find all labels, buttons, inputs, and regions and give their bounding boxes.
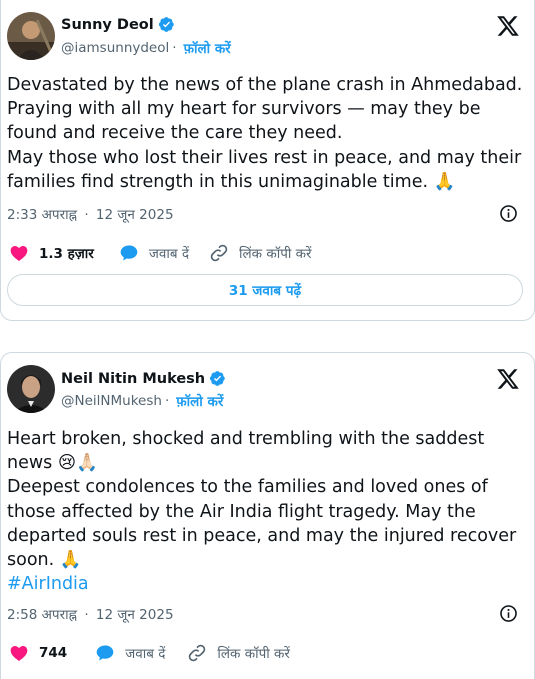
x-logo-icon[interactable] bbox=[496, 14, 520, 38]
author-handle[interactable]: @NeilNMukesh bbox=[61, 393, 162, 409]
copy-link-button[interactable]: लिंक कॉपी करें bbox=[187, 643, 290, 663]
avatar[interactable] bbox=[7, 12, 55, 60]
author-row: Sunny Deol bbox=[61, 16, 175, 33]
separator-dot: · bbox=[172, 40, 177, 56]
author-handle[interactable]: @iamsunnydeol bbox=[61, 40, 169, 56]
like-count: 744 bbox=[39, 645, 68, 661]
tweet-text-line: Heart broken, shocked and trembling with… bbox=[7, 429, 485, 449]
follow-button[interactable]: फ़ॉलो करें bbox=[176, 392, 223, 410]
tweet-text-line: those affected by the Air India flight t… bbox=[7, 501, 476, 522]
reply-label: जवाब दें bbox=[125, 646, 166, 662]
reply-bubble-icon bbox=[120, 245, 138, 261]
link-icon bbox=[210, 244, 228, 262]
copy-link-button[interactable]: लिंक कॉपी करें bbox=[209, 243, 312, 263]
tweet-text: Devastated by the news of the plane cras… bbox=[7, 73, 524, 194]
like-button[interactable]: 744 bbox=[9, 643, 67, 663]
tweet-card: Sunny Deol @iamsunnydeol · फ़ॉलो करें De… bbox=[0, 0, 535, 321]
like-button[interactable]: 1.3 हज़ार bbox=[9, 243, 94, 263]
action-bar: 1.3 हज़ार जवाब दें लिंक कॉपी करें bbox=[9, 243, 312, 263]
heart-icon bbox=[10, 646, 28, 661]
author-row: Neil Nitin Mukesh bbox=[61, 370, 226, 387]
info-icon[interactable] bbox=[499, 204, 518, 223]
tweet-date: 12 जून 2025 bbox=[95, 607, 174, 623]
tweet-text-line: found and receive the care they need. bbox=[7, 123, 343, 144]
tweet-time: 2:33 अपराह्न bbox=[7, 207, 78, 223]
link-icon bbox=[189, 644, 206, 662]
verified-badge-icon bbox=[210, 371, 225, 386]
tweet-text-line: departed souls rest in peace, and may th… bbox=[7, 525, 517, 546]
tweet-card: Neil Nitin Mukesh @NeilNMukesh · फ़ॉलो क… bbox=[0, 352, 535, 679]
heart-icon bbox=[10, 246, 28, 261]
avatar[interactable] bbox=[7, 365, 55, 413]
tweet-text-line: Praying with all my heart for survivors … bbox=[7, 99, 481, 120]
handle-row: @iamsunnydeol · फ़ॉलो करें bbox=[61, 39, 231, 57]
tweet-text-line: May those who lost their lives rest in p… bbox=[7, 147, 522, 168]
like-count: 1.3 हज़ार bbox=[39, 246, 94, 262]
separator-dot: · bbox=[164, 393, 170, 409]
verified-badge-icon bbox=[158, 17, 174, 32]
copy-link-label: लिंक कॉपी करें bbox=[217, 646, 290, 662]
hashtag-link[interactable]: #AirIndia bbox=[7, 574, 89, 594]
handle-row: @NeilNMukesh · फ़ॉलो करें bbox=[61, 392, 223, 410]
reply-button[interactable]: जवाब दें bbox=[95, 643, 165, 663]
reply-label: जवाब दें bbox=[148, 246, 190, 262]
timestamp[interactable]: 2:58 अपराह्न · 12 जून 2025 bbox=[7, 605, 174, 623]
card-separator bbox=[0, 321, 535, 352]
copy-link-label: लिंक कॉपी करें bbox=[239, 246, 312, 262]
follow-button[interactable]: फ़ॉलो करें bbox=[184, 39, 231, 57]
tweet-text-line: Devastated by the news of the plane cras… bbox=[7, 75, 523, 95]
tweet-text: Heart broken, shocked and trembling with… bbox=[7, 427, 524, 596]
tweet-text-line: news 😢🙏🏻 bbox=[7, 453, 98, 474]
reply-bubble-icon bbox=[96, 645, 114, 661]
read-replies-button[interactable]: 31 जवाब पढ़ें bbox=[7, 274, 523, 306]
tweet-text-line: families find strength in this unimagina… bbox=[7, 171, 456, 192]
action-bar: 744 जवाब दें लिंक कॉपी करें bbox=[9, 643, 290, 663]
info-icon[interactable] bbox=[499, 604, 518, 623]
x-logo-icon[interactable] bbox=[496, 367, 520, 391]
tweet-date: 12 जून 2025 bbox=[95, 207, 174, 223]
tweet-text-line: Deepest condolences to the families and … bbox=[7, 477, 488, 498]
timestamp[interactable]: 2:33 अपराह्न · 12 जून 2025 bbox=[7, 205, 174, 223]
author-name[interactable]: Sunny Deol bbox=[61, 17, 154, 33]
author-name[interactable]: Neil Nitin Mukesh bbox=[61, 371, 205, 387]
tweet-text-line: soon. 🙏 bbox=[7, 550, 82, 571]
tweet-time: 2:58 अपराह्न bbox=[7, 607, 78, 623]
reply-button[interactable]: जवाब दें bbox=[119, 243, 189, 263]
